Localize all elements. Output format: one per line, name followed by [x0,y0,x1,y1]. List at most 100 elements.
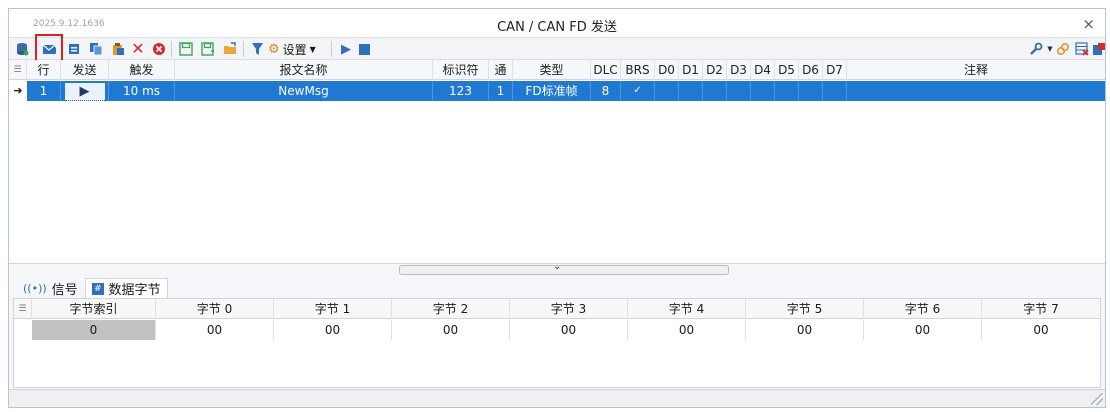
column-header[interactable]: 行 [27,60,61,80]
column-header[interactable]: D3 [727,60,751,80]
status-bar [9,389,1105,407]
stop-icon[interactable] [355,40,373,58]
byte-index-cell: 0 [32,320,156,340]
table-row[interactable]: ➜ 1 ▶ 10 ms NewMsg 123 1 FD标准帧 8 ✓ [9,81,1105,101]
toolbar: ✕ ⚙ 设置 ▼ ▶ ▼ [9,38,1105,60]
settings-dropdown[interactable]: ⚙ 设置 ▼ [268,41,316,57]
hash-icon: # [92,282,104,295]
column-header[interactable]: D6 [799,60,823,80]
byte-cell[interactable]: 00 [510,320,628,340]
column-header[interactable]: 标识符 [433,60,489,80]
tab-signal[interactable]: ((•)) 信号 [17,278,84,298]
save-as-icon[interactable] [199,40,217,58]
highlight-box [35,34,63,62]
byte-cell[interactable]: 00 [746,320,864,340]
splitter-handle[interactable]: ⌄ [399,261,729,275]
filter-icon[interactable] [248,40,266,58]
column-header[interactable]: 字节 5 [746,299,864,319]
column-header[interactable]: D2 [703,60,727,80]
column-header[interactable]: 触发 [109,60,175,80]
column-header[interactable]: 字节索引 [32,299,156,319]
detail-tabs: ((•)) 信号 # 数据字节 [9,276,1105,298]
table-row[interactable]: 0 00 00 00 00 00 00 00 00 [14,320,1100,340]
brs-checkbox[interactable]: ✓ [621,81,655,101]
d0-cell[interactable] [655,81,679,101]
column-header[interactable]: 字节 0 [156,299,274,319]
comment-cell[interactable] [847,81,1105,101]
database-icon[interactable] [13,40,31,58]
d6-cell[interactable] [799,81,823,101]
link-icon[interactable] [1054,40,1072,58]
byte-cell[interactable]: 00 [628,320,746,340]
column-header[interactable]: D0 [655,60,679,80]
byte-cell[interactable]: 00 [156,320,274,340]
message-name-cell[interactable]: NewMsg [175,81,433,101]
play-icon[interactable]: ▶ [337,40,355,58]
dlc-cell[interactable]: 8 [591,81,621,101]
export-icon[interactable] [1090,40,1108,58]
d4-cell[interactable] [751,81,775,101]
close-button[interactable]: × [1082,15,1095,33]
window-title: CAN / CAN FD 发送 [497,20,617,35]
byte-cell[interactable]: 00 [864,320,982,340]
column-menu-icon[interactable]: ☰ [9,60,27,80]
column-header[interactable]: 字节 7 [982,299,1100,319]
byte-cell[interactable]: 00 [274,320,392,340]
column-header[interactable]: 报文名称 [175,60,433,80]
resize-grip-icon[interactable] [1091,393,1103,405]
column-header[interactable]: 通道 [489,60,513,97]
column-header[interactable]: 字节 3 [510,299,628,319]
toolbar-separator [331,41,332,57]
column-header[interactable]: D1 [679,60,703,80]
column-header[interactable]: BRS [621,60,655,80]
current-row-arrow-icon: ➜ [9,81,27,101]
toolbar-separator [243,41,244,57]
chevron-down-icon: ⌄ [553,261,562,272]
title-bar: 2025.9.12.1636 CAN / CAN FD 发送 × [9,9,1105,38]
type-cell[interactable]: FD标准帧 [513,81,591,101]
column-header[interactable]: 字节 2 [392,299,510,319]
trigger-cell[interactable]: 10 ms [109,81,175,101]
column-header[interactable]: 注释 [847,60,1105,80]
column-header[interactable]: D7 [823,60,847,80]
tab-data-bytes[interactable]: # 数据字节 [85,278,168,298]
gear-icon: ⚙ [268,41,280,57]
clear-icon[interactable] [150,40,168,58]
play-icon: ▶ [64,83,105,101]
signal-icon: ((•)) [23,281,47,295]
column-header[interactable]: 字节 6 [864,299,982,319]
open-folder-icon[interactable] [221,40,239,58]
column-menu-icon[interactable]: ☰ [14,299,32,319]
can-send-window: 2025.9.12.1636 CAN / CAN FD 发送 × ✕ ⚙ 设置 … [8,8,1106,408]
paste-icon[interactable] [109,40,127,58]
d5-cell[interactable] [775,81,799,101]
toolbar-separator [171,41,172,57]
add-message-icon[interactable] [65,40,83,58]
clear-table-icon[interactable] [1073,40,1091,58]
byte-cell[interactable]: 00 [982,320,1100,340]
send-play-button[interactable]: ▶ [61,81,109,101]
channel-cell[interactable]: 1 [489,81,513,101]
tab-label: 信号 [51,282,78,298]
byte-grid: ☰ 字节索引 字节 0 字节 1 字节 2 字节 3 字节 4 字节 5 字节 … [13,298,1101,388]
column-header[interactable]: D5 [775,60,799,80]
settings-label: 设置 [282,42,307,57]
column-header[interactable]: 字节 4 [628,299,746,319]
column-header[interactable]: D4 [751,60,775,80]
identifier-cell[interactable]: 123 [433,81,489,101]
byte-cell[interactable]: 00 [392,320,510,340]
copy-message-icon[interactable] [87,40,105,58]
byte-grid-header: ☰ 字节索引 字节 0 字节 1 字节 2 字节 3 字节 4 字节 5 字节 … [14,299,1100,319]
grid-header: ☰ 行 发送 触发 报文名称 标识符 通道 类型 DLC BRS D0 D1 D… [9,60,1105,97]
delete-icon[interactable]: ✕ [129,40,147,58]
column-header[interactable]: DLC [591,60,621,80]
d2-cell[interactable] [703,81,727,101]
column-header[interactable]: 发送 [61,60,109,80]
row-number: 1 [27,81,61,101]
column-header[interactable]: 字节 1 [274,299,392,319]
column-header[interactable]: 类型 [513,60,591,80]
save-icon[interactable] [177,40,195,58]
d3-cell[interactable] [727,81,751,101]
d1-cell[interactable] [679,81,703,101]
d7-cell[interactable] [823,81,847,101]
